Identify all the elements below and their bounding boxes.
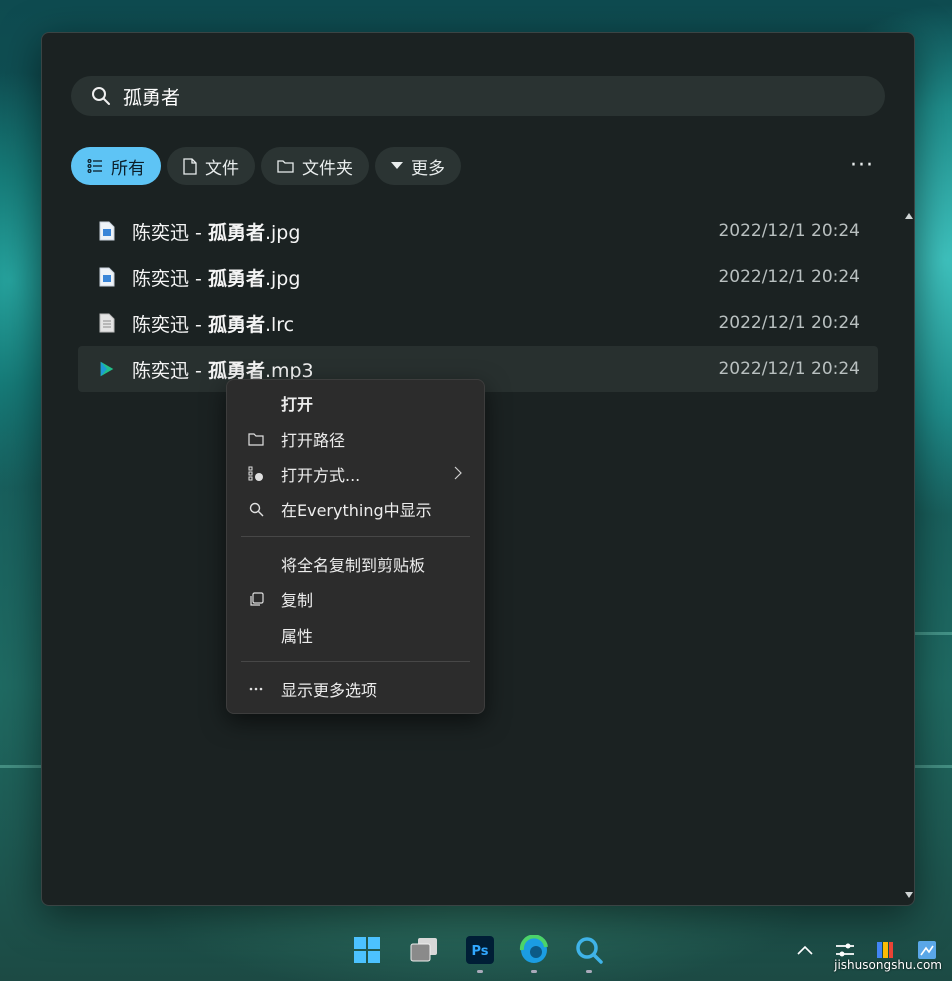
scrollbar[interactable] <box>903 213 913 898</box>
filter-folder-label: 文件夹 <box>302 158 353 179</box>
menu-item-show-more-label: 显示更多选项 <box>281 681 378 700</box>
more-options-button[interactable]: ··· <box>850 153 874 178</box>
result-name: 陈奕迅 - 孤勇者.jpg <box>132 221 301 244</box>
chevron-right-icon <box>454 465 462 484</box>
menu-item-copy-label: 复制 <box>281 591 314 610</box>
ellipsis-icon <box>247 680 265 698</box>
result-date: 2022/12/1 20:24 <box>718 267 860 287</box>
menu-item-open[interactable]: 打开 <box>227 386 484 420</box>
folder-icon <box>247 430 265 448</box>
menu-item-open-with[interactable]: 打开方式... <box>227 457 484 491</box>
filter-file-label: 文件 <box>205 158 239 179</box>
result-row[interactable]: 陈奕迅 - 孤勇者.lrc 2022/12/1 20:24 <box>78 300 878 346</box>
filter-folder-button[interactable]: 文件夹 <box>261 147 369 185</box>
context-menu: 打开 打开路径 打开方式... 在Everything中显示 将全名复制到剪贴板… <box>226 379 485 714</box>
taskbar: Ps <box>0 925 952 981</box>
result-date: 2022/12/1 20:24 <box>718 221 860 241</box>
search-bar[interactable]: 孤勇者 <box>71 76 885 116</box>
filter-more-label: 更多 <box>411 158 445 179</box>
caret-down-icon <box>391 162 403 169</box>
scroll-down-arrow[interactable] <box>905 892 913 898</box>
result-row[interactable]: 陈奕迅 - 孤勇者.jpg 2022/12/1 20:24 <box>78 208 878 254</box>
search-app-icon[interactable] <box>573 934 605 966</box>
menu-item-properties[interactable]: 属性 <box>227 618 484 652</box>
copy-icon <box>247 590 265 608</box>
photoshop-icon[interactable]: Ps <box>464 934 496 966</box>
result-name: 陈奕迅 - 孤勇者.jpg <box>132 267 301 290</box>
menu-item-show-in-everything[interactable]: 在Everything中显示 <box>227 492 484 526</box>
result-row[interactable]: 陈奕迅 - 孤勇者.jpg 2022/12/1 20:24 <box>78 254 878 300</box>
audio-file-icon <box>98 358 116 380</box>
text-file-icon <box>98 312 116 334</box>
menu-item-copy-fullname[interactable]: 将全名复制到剪贴板 <box>227 547 484 581</box>
menu-item-show-in-everything-label: 在Everything中显示 <box>281 501 432 520</box>
filter-file-button[interactable]: 文件 <box>167 147 255 185</box>
watermark: jishusongshu.com <box>834 958 942 972</box>
image-file-icon <box>98 266 116 288</box>
windows-start-icon[interactable] <box>351 934 383 966</box>
menu-item-copy[interactable]: 复制 <box>227 582 484 616</box>
menu-item-open-label: 打开 <box>281 395 314 414</box>
filter-more-button[interactable]: 更多 <box>375 147 461 185</box>
search-icon <box>247 500 265 518</box>
search-icon <box>92 87 110 105</box>
menu-separator <box>241 661 470 662</box>
search-input[interactable]: 孤勇者 <box>123 83 180 110</box>
scroll-up-arrow[interactable] <box>905 213 913 219</box>
running-indicator <box>477 970 483 973</box>
result-name: 陈奕迅 - 孤勇者.lrc <box>132 313 295 336</box>
menu-item-open-path[interactable]: 打开路径 <box>227 422 484 456</box>
menu-separator <box>241 536 470 537</box>
edge-icon[interactable] <box>518 934 550 966</box>
running-indicator <box>531 970 537 973</box>
results-list: 陈奕迅 - 孤勇者.jpg 2022/12/1 20:24 陈奕迅 - 孤勇者.… <box>78 208 878 392</box>
image-file-icon <box>98 220 116 242</box>
menu-item-properties-label: 属性 <box>281 627 314 646</box>
menu-item-show-more[interactable]: 显示更多选项 <box>227 672 484 706</box>
list-icon <box>87 159 102 174</box>
menu-item-open-with-label: 打开方式... <box>281 466 361 485</box>
file-icon <box>183 157 197 175</box>
menu-item-copy-fullname-label: 将全名复制到剪贴板 <box>281 556 426 575</box>
task-view-icon[interactable] <box>408 934 440 966</box>
open-with-icon <box>247 465 265 483</box>
chevron-up-icon[interactable] <box>789 934 821 966</box>
result-date: 2022/12/1 20:24 <box>718 359 860 379</box>
running-indicator <box>586 970 592 973</box>
folder-icon <box>277 160 294 173</box>
result-date: 2022/12/1 20:24 <box>718 313 860 333</box>
svg-text:Ps: Ps <box>471 944 488 959</box>
filter-bar: 所有 文件 文件夹 更多 <box>71 147 461 185</box>
filter-all-button[interactable]: 所有 <box>71 147 161 185</box>
menu-item-open-path-label: 打开路径 <box>281 431 346 450</box>
filter-all-label: 所有 <box>111 158 145 179</box>
